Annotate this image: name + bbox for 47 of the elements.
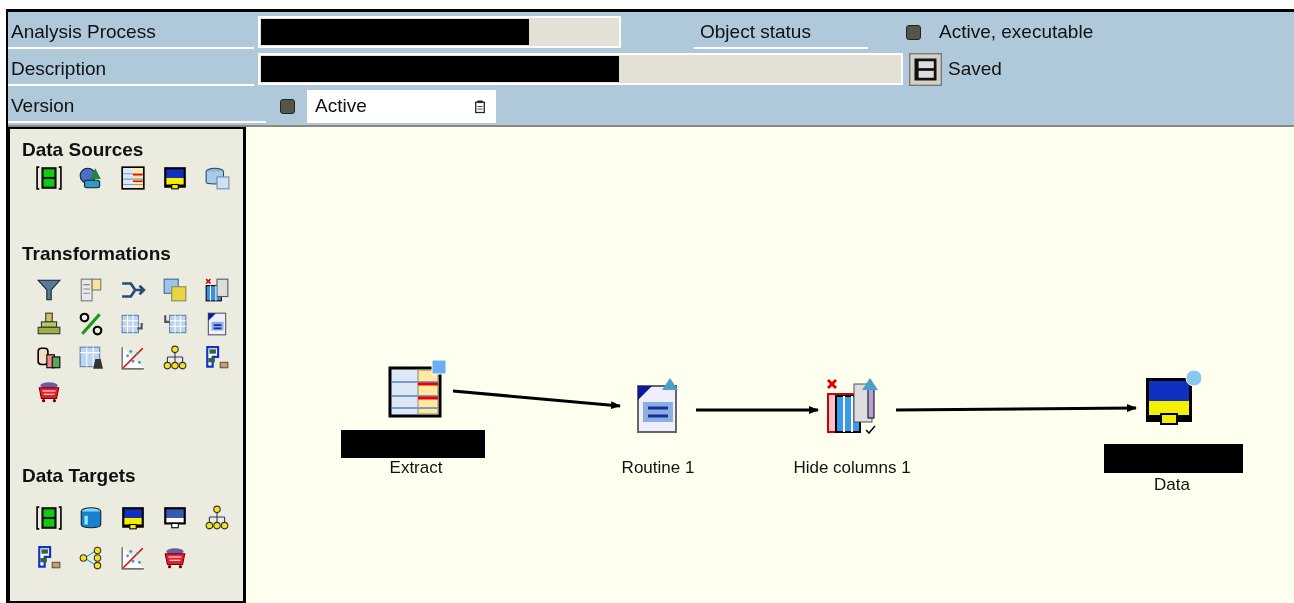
database-icon[interactable] bbox=[204, 165, 230, 191]
input-field[interactable] bbox=[258, 16, 621, 48]
section-title: Data Sources bbox=[22, 139, 145, 161]
section-title: Data Targets bbox=[22, 465, 137, 487]
scatter-icon[interactable] bbox=[120, 545, 146, 571]
table-icon[interactable] bbox=[120, 165, 146, 191]
overlap-icon[interactable] bbox=[162, 277, 188, 303]
hierarchy-icon[interactable] bbox=[162, 345, 188, 371]
screen-icon[interactable] bbox=[162, 165, 188, 191]
hierarchy-icon[interactable] bbox=[204, 505, 230, 531]
cylinder-icon[interactable] bbox=[78, 505, 104, 531]
linked-boxes-icon[interactable] bbox=[36, 545, 62, 571]
table-icon[interactable] bbox=[388, 360, 446, 418]
stack-icon[interactable] bbox=[36, 311, 62, 337]
bracket-icon[interactable] bbox=[36, 505, 62, 531]
save-status-icon[interactable] bbox=[909, 52, 942, 86]
basket-icon[interactable] bbox=[36, 379, 62, 405]
screen-icon[interactable] bbox=[120, 505, 146, 531]
section-title: Transformations bbox=[22, 243, 172, 265]
linked-boxes-icon[interactable] bbox=[204, 345, 230, 371]
status-text: Active, executable bbox=[939, 19, 1094, 44]
status-icon bbox=[280, 98, 295, 114]
basket-icon[interactable] bbox=[162, 545, 188, 571]
form-icon[interactable] bbox=[78, 277, 104, 303]
percent-icon[interactable] bbox=[78, 311, 104, 337]
version-dropdown[interactable]: Active bbox=[307, 89, 496, 123]
node-label: Data bbox=[1154, 475, 1190, 495]
funnel-icon[interactable] bbox=[36, 277, 62, 303]
field-label: Version bbox=[8, 89, 266, 123]
weight-icon[interactable] bbox=[78, 345, 104, 371]
node-label: Hide columns 1 bbox=[793, 458, 911, 478]
node-label: Extract bbox=[389, 458, 443, 478]
status-text: Saved bbox=[948, 56, 1002, 81]
network-icon[interactable] bbox=[78, 545, 104, 571]
columns-icon[interactable] bbox=[204, 277, 230, 303]
input-field[interactable] bbox=[258, 53, 903, 85]
monitor-icon[interactable] bbox=[162, 505, 188, 531]
field-label: Description bbox=[8, 52, 254, 86]
process-canvas[interactable]: Extract Routine 1 Hide columns 1 Data bbox=[246, 127, 1294, 603]
bracket-icon[interactable] bbox=[36, 165, 62, 191]
field-label: Analysis Process bbox=[8, 15, 254, 49]
status-icon bbox=[906, 24, 921, 40]
field-label: Object status bbox=[694, 15, 868, 49]
screen-icon[interactable] bbox=[1144, 368, 1202, 426]
scatter-icon[interactable] bbox=[120, 345, 146, 371]
node-label: Routine 1 bbox=[621, 458, 695, 478]
dropdown-icon[interactable] bbox=[474, 98, 486, 114]
